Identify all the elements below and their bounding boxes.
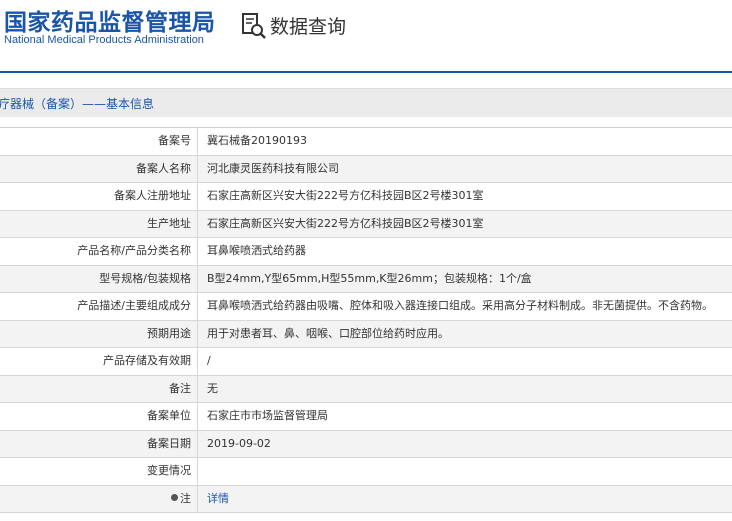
- row-value: 石家庄高新区兴安大街222号方亿科技园B区2号楼301室: [198, 211, 732, 238]
- row-label: 备案日期: [0, 430, 198, 457]
- table-row: 预期用途 用于对患者耳、鼻、咽喉、口腔部位给药时应用。: [0, 320, 732, 348]
- row-label: 备案单位: [0, 403, 198, 430]
- row-label-text: 备案单位: [147, 409, 191, 422]
- row-value: 石家庄市市场监督管理局: [198, 403, 732, 430]
- table-row: 备注 无: [0, 375, 732, 403]
- search-doc-icon: [242, 13, 266, 39]
- bulb-icon: [171, 494, 178, 501]
- row-label: 生产地址: [0, 210, 198, 237]
- table-row: 产品描述/主要组成成分 耳鼻喉喷洒式给药器由吸嘴、腔体和吸入器连接口组成。采用高分…: [0, 293, 732, 321]
- row-label: 变更情况: [0, 458, 198, 485]
- row-label-text: 备案人名称: [136, 161, 191, 175]
- row-value-text: 石家庄市市场监督管理局: [207, 409, 328, 422]
- row-value: /: [198, 348, 732, 375]
- table-row: 备案单位 石家庄市市场监督管理局: [0, 403, 732, 431]
- table-row: 备案人注册地址 石家庄高新区兴安大街222号方亿科技园B区2号楼301室: [0, 183, 732, 211]
- row-value-text: 石家庄高新区兴安大街222号方亿科技园B区2号楼301室: [207, 216, 484, 230]
- table-row: 生产地址 石家庄高新区兴安大街222号方亿科技园B区2号楼301室: [0, 210, 732, 238]
- row-label: 型号规格/包装规格: [0, 265, 198, 292]
- breadcrumb: 疗器械（备案）——基本信息: [0, 97, 155, 111]
- row-value: 用于对患者耳、鼻、咽喉、口腔部位给药时应用。: [198, 321, 732, 348]
- row-label-text: 备注: [169, 381, 191, 395]
- row-label: 预期用途: [0, 320, 198, 347]
- row-value-text: 冀石械备20190193: [207, 134, 307, 147]
- row-value: [198, 458, 732, 485]
- row-value: 耳鼻喉喷洒式给药器由吸嘴、腔体和吸入器连接口组成。采用高分子材料制成。非无菌提供…: [198, 293, 732, 320]
- row-value-text: 耳鼻喉喷洒式给药器由吸嘴、腔体和吸入器连接口组成。采用高分子材料制成。非无菌提供…: [207, 299, 713, 312]
- info-table: 备案号 冀石械备20190193 备案人名称 河北康灵医药科技有限公司 备案人注册地址石…: [0, 127, 732, 513]
- row-label: 备案号: [0, 128, 198, 155]
- table-row: 型号规格/包装规格 B型24mm,Y型65mm,H型55mm,K型26mm；包装规…: [0, 265, 732, 293]
- row-label-text: 备案人注册地址: [114, 189, 191, 202]
- row-label-text: 注: [180, 491, 191, 505]
- row-label: 产品存储及有效期: [0, 348, 198, 375]
- row-value: 2019-09-02: [198, 431, 732, 458]
- table-row: 备案日期 2019-09-02: [0, 430, 732, 458]
- row-value: 无: [198, 376, 732, 403]
- row-label-text: 产品描述/主要组成成分: [77, 299, 191, 312]
- page-title: 数据查询: [270, 16, 347, 38]
- row-value-text: 无: [207, 381, 218, 395]
- breadcrumb-bar: 疗器械（备案）——基本信息: [0, 88, 732, 117]
- row-label-text: 型号规格/包装规格: [99, 271, 191, 285]
- details-link[interactable]: 详情: [207, 492, 229, 505]
- row-label-text: 预期用途: [147, 326, 191, 340]
- row-label: 备案人注册地址: [0, 183, 198, 210]
- row-label: 备案人名称: [0, 155, 198, 182]
- site-logo-en: National Medical Products Administration: [4, 34, 204, 46]
- row-label-text: 产品存储及有效期: [103, 354, 191, 367]
- row-value: 详情: [198, 486, 732, 513]
- row-value-text: 用于对患者耳、鼻、咽喉、口腔部位给药时应用。: [207, 326, 449, 340]
- row-label-text: 变更情况: [147, 464, 191, 477]
- row-label: 产品名称/产品分类名称: [0, 238, 198, 265]
- table-row: 注 详情: [0, 485, 732, 513]
- row-label: 注: [0, 485, 198, 512]
- row-value: 冀石械备20190193: [198, 128, 732, 155]
- row-value-text: 河北康灵医药科技有限公司: [207, 161, 339, 175]
- header-divider: [0, 71, 732, 73]
- table-row: 产品存储及有效期 /: [0, 348, 732, 376]
- row-value: 耳鼻喉喷洒式给药器: [198, 238, 732, 265]
- row-value: 河北康灵医药科技有限公司: [198, 156, 732, 183]
- row-value: 石家庄高新区兴安大街222号方亿科技园B区2号楼301室: [198, 183, 732, 210]
- row-value-text: B型24mm,Y型65mm,H型55mm,K型26mm；包装规格：1个/盒: [207, 271, 532, 285]
- row-label-text: 备案号: [158, 134, 191, 147]
- row-value-text: /: [207, 354, 211, 367]
- table-row: 产品名称/产品分类名称 耳鼻喉喷洒式给药器: [0, 238, 732, 266]
- row-value-text: 2019-09-02: [207, 436, 271, 450]
- table-row: 备案号 冀石械备20190193: [0, 128, 732, 156]
- row-label: 产品描述/主要组成成分: [0, 293, 198, 320]
- table-row: 备案人名称 河北康灵医药科技有限公司: [0, 155, 732, 183]
- row-label: 备注: [0, 375, 198, 402]
- site-header: 国家药品监督管理局 National Medical Products Admi…: [0, 0, 732, 73]
- row-label-text: 生产地址: [147, 216, 191, 230]
- row-value-text: 石家庄高新区兴安大街222号方亿科技园B区2号楼301室: [207, 189, 484, 202]
- row-value-text: 耳鼻喉喷洒式给药器: [207, 244, 306, 257]
- row-value: B型24mm,Y型65mm,H型55mm,K型26mm；包装规格：1个/盒: [198, 266, 732, 293]
- row-label-text: 产品名称/产品分类名称: [77, 244, 191, 257]
- table-row: 变更情况: [0, 458, 732, 486]
- row-label-text: 备案日期: [147, 436, 191, 450]
- site-logo-cn[interactable]: 国家药品监督管理局: [4, 3, 216, 37]
